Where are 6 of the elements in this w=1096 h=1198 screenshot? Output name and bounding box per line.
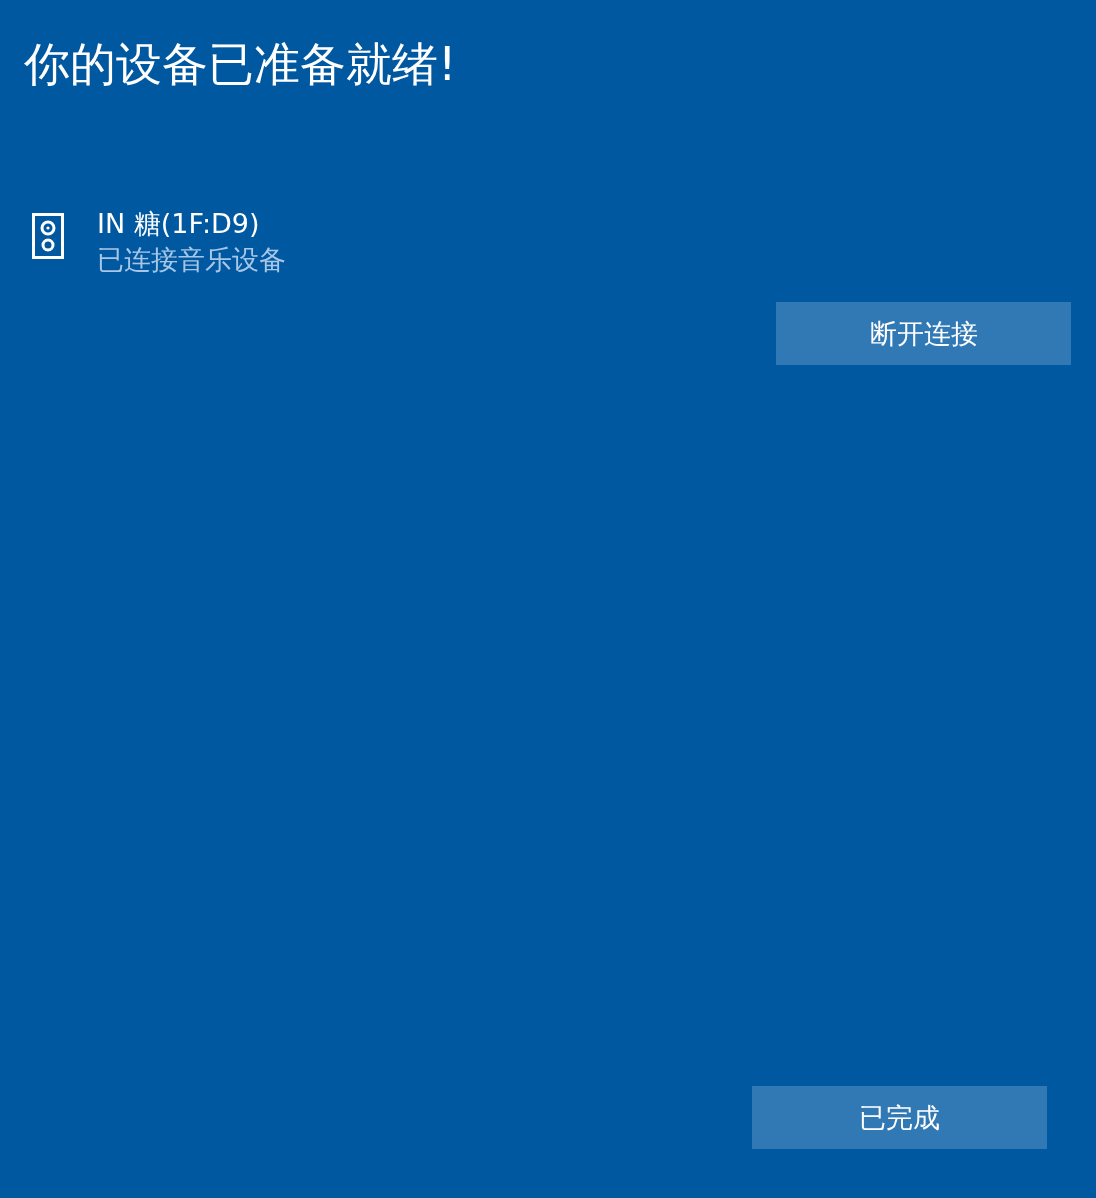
done-button[interactable]: 已完成 — [752, 1086, 1047, 1149]
speaker-icon — [32, 213, 64, 259]
device-name: IN 糖(1F:D9) — [97, 207, 261, 241]
device-status: 已连接音乐设备 — [97, 243, 286, 277]
disconnect-button[interactable]: 断开连接 — [776, 302, 1071, 365]
dialog-title: 你的设备已准备就绪! — [24, 36, 457, 92]
